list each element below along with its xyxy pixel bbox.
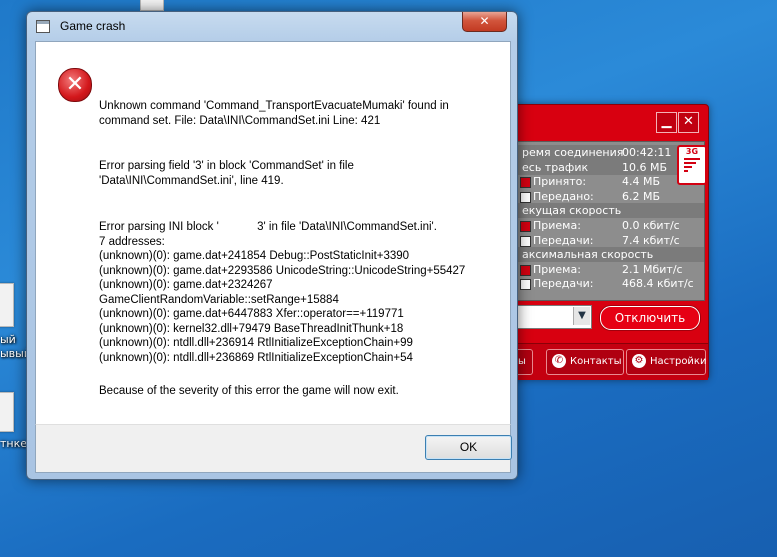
stat-label: ремя соединения [522,146,624,159]
stat-value: 00:42:11 [622,146,672,159]
stat-value: 4.4 МБ [622,175,661,189]
stat-value: 10.6 МБ [622,160,668,174]
modem-toolbar: ы ✆ Контакты ⚙ Настройки [507,343,708,380]
checkbox[interactable] [520,221,531,232]
stat-label: Передано: [533,189,594,203]
tab-contacts-label: Контакты [570,356,622,367]
stat-row: Принято: 4.4 МБ [516,174,704,189]
tab-settings-label: Настройки [650,356,707,367]
desktop-label-3[interactable]: тнке [0,437,27,450]
dialog-message-area: ✕ Unknown command 'Command_TransportEvac… [35,41,511,425]
stat-row: Передано: 6.2 МБ [516,189,704,204]
dialog-title: Game crash [60,19,126,33]
desktop-file-icon-2[interactable] [0,392,14,432]
checkbox[interactable] [520,177,531,189]
minimize-icon[interactable]: ▁ [656,112,677,133]
profile-select[interactable]: ▼ [513,305,592,329]
tab-contacts[interactable]: ✆ Контакты [546,349,624,375]
checkbox[interactable] [520,191,531,203]
checkbox[interactable] [520,264,531,276]
error-message-2: Error parsing field '3' in block 'Comman… [99,160,354,187]
app-icon [36,20,50,33]
stat-value: 468.4 кбит/с [622,277,694,291]
stat-value: 6.2 МБ [622,189,661,203]
chevron-down-icon[interactable]: ▼ [573,307,590,325]
gear-icon: ⚙ [632,354,646,368]
stat-value: 7.4 кбит/с [622,233,680,247]
stat-row: Передачи: 468.4 кбит/с [516,276,704,291]
stat-row: есь трафик 10.6 МБ [516,159,704,175]
ok-button[interactable]: OK [425,435,512,460]
stat-label: аксимальная скорость [522,248,654,262]
stat-label: есь трафик [522,160,589,174]
exit-message: Because of the severity of this error th… [99,385,399,397]
tab-settings[interactable]: ⚙ Настройки [626,349,706,375]
desktop-label-1[interactable]: ый [0,333,16,346]
desktop-item-top[interactable] [140,0,164,11]
stat-row: екущая скорость [516,203,704,219]
close-icon[interactable]: ✕ [462,12,507,32]
stat-row: Передачи: 7.4 кбит/с [516,233,704,248]
modem-window: ▁ ✕ ремя соединения 00:42:11 есь трафик 10.… [506,104,709,380]
stat-value: 2.1 Мбит/с [622,262,683,276]
stat-value: 0.0 кбит/с [622,219,680,232]
error-icon: ✕ [58,68,92,102]
stat-label: Приема: [533,262,581,276]
stat-row: аксимальная скорость [516,247,704,263]
error-message-3: Error parsing INI block ' 3' in file 'Da… [99,221,466,364]
stat-label: Приема: [533,219,581,232]
signal-3g-icon: 3G [677,145,707,185]
disconnect-button[interactable]: Отключить [600,306,700,330]
stat-label: Передачи: [533,233,594,247]
signal-label: 3G [685,147,699,156]
phone-icon: ✆ [552,354,566,368]
error-message-1: Unknown command 'Command_TransportEvacua… [99,100,449,127]
dialog-footer: OK [35,424,512,473]
stat-label: екущая скорость [522,204,622,218]
modem-titlebar[interactable]: ▁ ✕ [507,105,708,137]
checkbox[interactable] [520,279,531,291]
desktop-file-icon[interactable] [0,283,14,327]
stat-row: Приема: 2.1 Мбит/с [516,262,704,277]
stat-label: Передачи: [533,277,594,291]
stat-row: Приема: 0.0 кбит/с [516,218,704,233]
stat-label: Принято: [533,175,587,189]
close-icon[interactable]: ✕ [678,112,699,133]
stat-row: ремя соединения 00:42:11 [516,145,704,160]
game-crash-dialog: Game crash ✕ ✕ Unknown command 'Command_… [26,11,518,480]
checkbox[interactable] [520,235,531,247]
